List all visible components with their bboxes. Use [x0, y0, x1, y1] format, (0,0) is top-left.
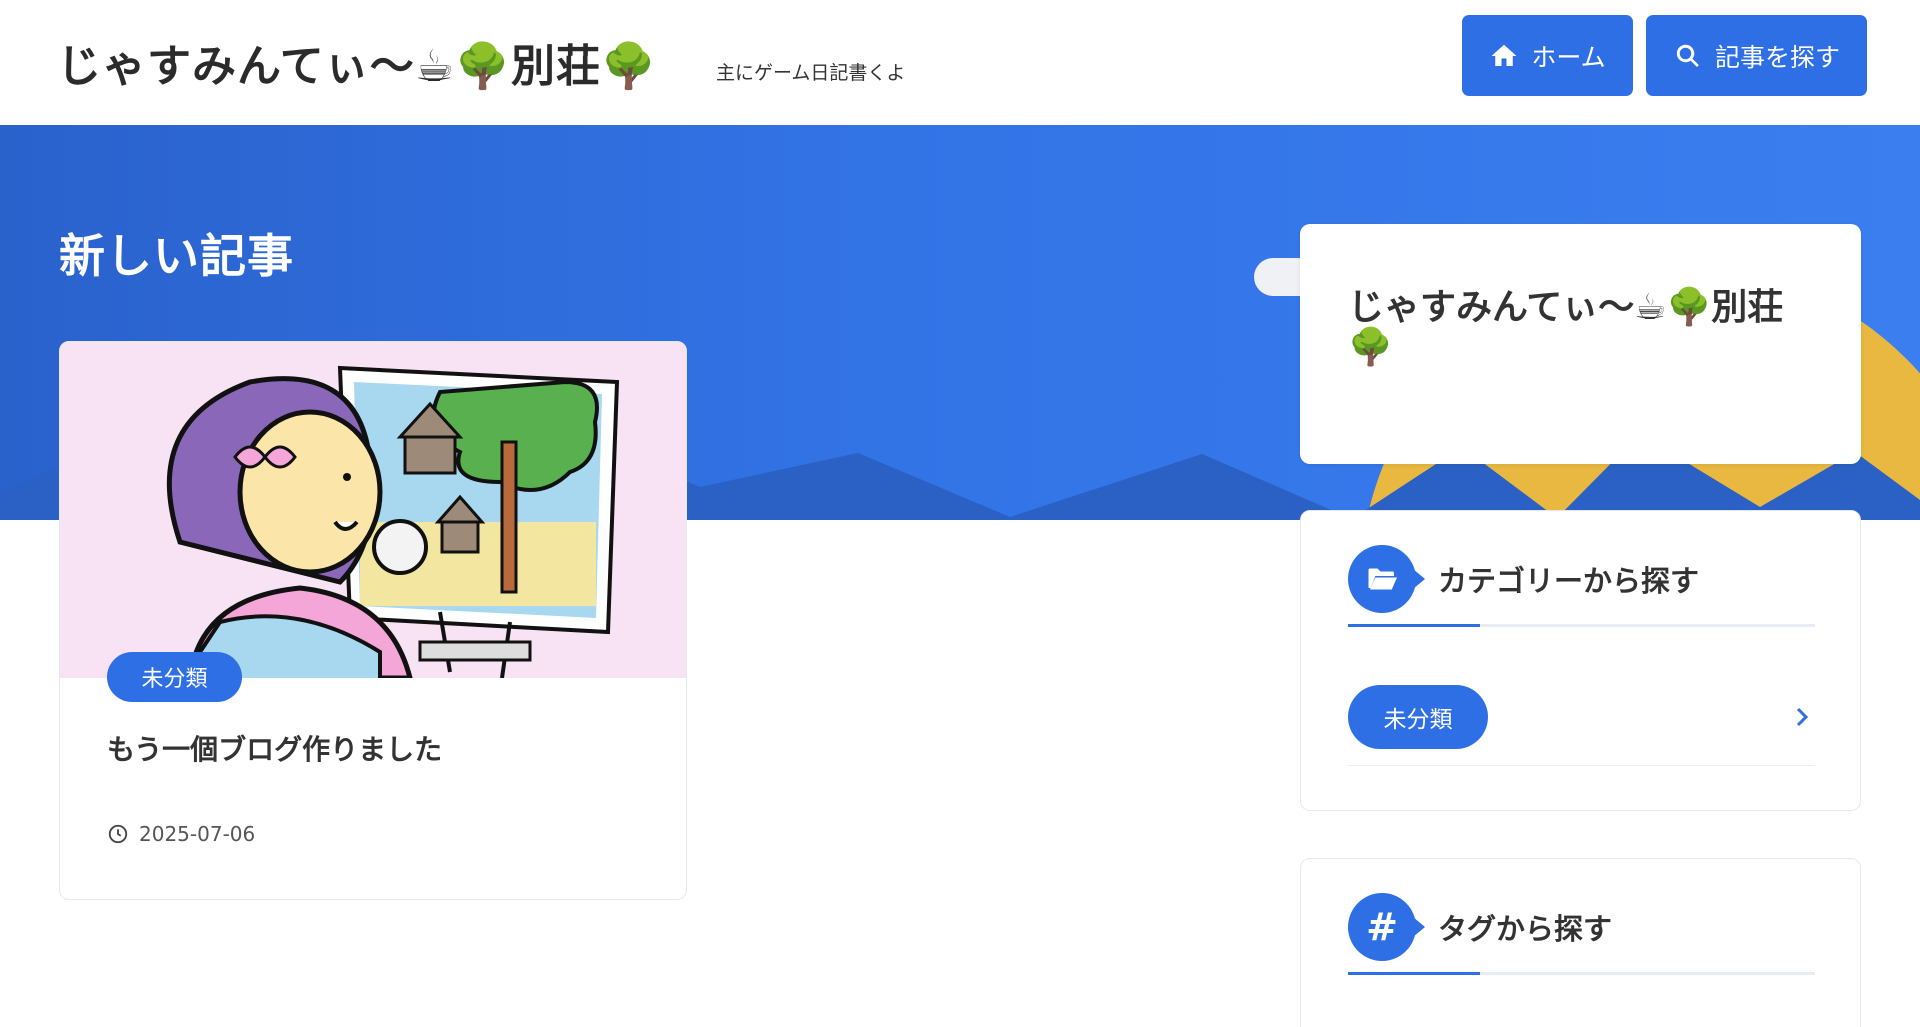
article-thumbnail[interactable] — [60, 342, 686, 678]
category-widget-icon — [1348, 545, 1425, 613]
home-button-label: ホーム — [1531, 42, 1606, 72]
article-date: 2025-07-06 — [107, 822, 255, 846]
article-category-badge[interactable]: 未分類 — [107, 652, 242, 702]
category-pill[interactable]: 未分類 — [1348, 685, 1488, 749]
site-header: じゃすみんてぃ〜☕🌳別荘🌳 主にゲーム日記書くよ ホーム 記事を探す — [0, 0, 1920, 125]
folder-open-icon — [1368, 568, 1397, 590]
category-widget: カテゴリーから探す 未分類 — [1300, 510, 1861, 811]
site-description: 主にゲーム日記書くよ — [716, 62, 906, 84]
search-articles-button[interactable]: 記事を探す — [1646, 15, 1867, 96]
widget-divider — [1348, 972, 1815, 975]
hash-icon: # — [1366, 905, 1398, 949]
tag-widget-title: タグから探す — [1438, 912, 1613, 946]
category-widget-title: カテゴリーから探す — [1438, 564, 1700, 598]
home-button[interactable]: ホーム — [1462, 15, 1633, 96]
search-icon — [1676, 44, 1699, 67]
widget-divider — [1348, 624, 1815, 627]
category-widget-header: カテゴリーから探す — [1348, 545, 1699, 613]
section-title: 新しい記事 — [59, 229, 294, 283]
home-icon — [1491, 44, 1517, 66]
search-button-label: 記事を探す — [1714, 42, 1840, 72]
article-card[interactable] — [59, 341, 687, 900]
thumbnail-illustration — [60, 342, 686, 678]
article-title[interactable]: もう一個ブログ作りました — [107, 728, 442, 768]
tag-widget-icon: # — [1348, 893, 1425, 961]
profile-card: じゃすみんてぃ〜☕🌳別荘🌳 — [1300, 224, 1861, 464]
profile-name: じゃすみんてぃ〜☕🌳別荘🌳 — [1348, 287, 1784, 368]
tag-widget: # タグから探す — [1300, 858, 1861, 1027]
chevron-right-icon[interactable] — [1791, 703, 1813, 731]
article-date-text: 2025-07-06 — [139, 822, 256, 846]
clock-icon — [108, 824, 128, 844]
site-title[interactable]: じゃすみんてぃ〜☕🌳別荘🌳 — [57, 30, 657, 94]
category-list-item[interactable]: 未分類 — [1348, 671, 1815, 766]
tag-widget-header: # タグから探す — [1348, 893, 1612, 961]
